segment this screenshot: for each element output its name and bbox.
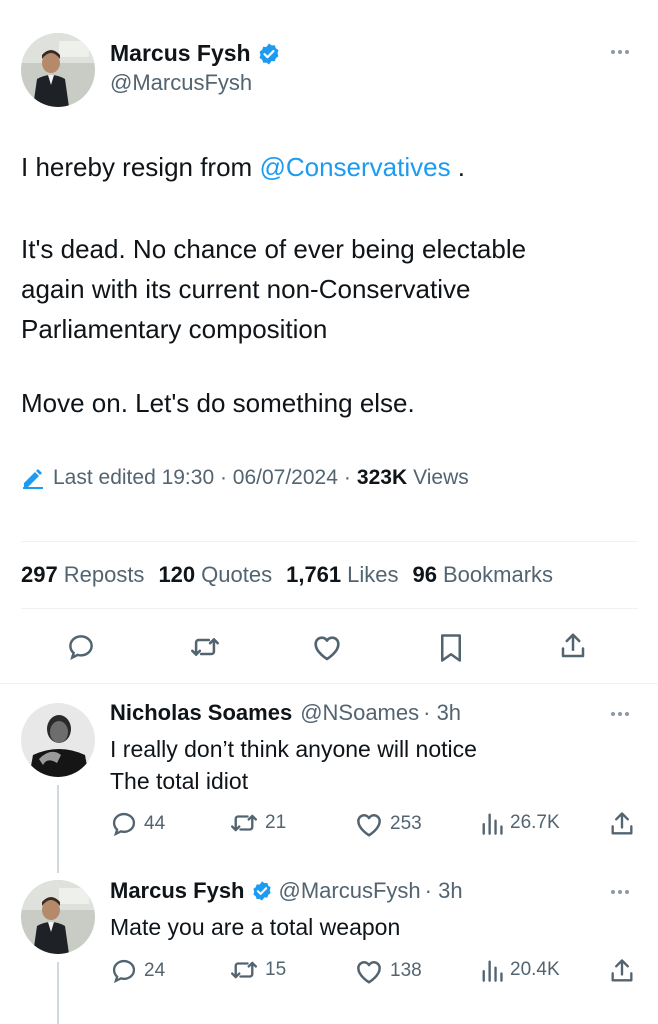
tweet-text-line: It's dead. No chance of ever being elect… — [21, 234, 527, 264]
separator-dot: · — [343, 466, 351, 489]
divider — [21, 541, 638, 542]
edit-pencil-icon — [21, 467, 45, 489]
likes-label[interactable]: Likes — [347, 562, 398, 588]
reply-time[interactable]: · 3h — [425, 878, 463, 904]
more-options-icon[interactable] — [611, 890, 629, 894]
more-options-icon[interactable] — [611, 50, 629, 54]
repost-count: 21 — [265, 812, 287, 833]
share-icon[interactable] — [558, 631, 588, 661]
analytics-icon — [480, 810, 504, 836]
tweet-text: . — [450, 152, 466, 182]
reply-text-line: I really don’t think anyone will notice — [110, 736, 477, 762]
views-label: Views — [413, 466, 469, 489]
divider — [0, 683, 658, 684]
like-count: 138 — [390, 960, 422, 981]
tweet-text-line: again with its current non-Conservative — [21, 274, 471, 304]
tweet-text: I hereby resign from — [21, 152, 260, 182]
like-icon — [354, 810, 384, 838]
repost-button[interactable]: 15 — [229, 957, 286, 983]
reposts-count[interactable]: 297 — [21, 562, 58, 588]
like-icon — [354, 957, 384, 985]
tweet-text-line: I hereby resign from @Conservatives . — [21, 151, 465, 183]
reply-icon[interactable] — [66, 632, 96, 662]
edited-timestamp[interactable]: Last edited 19:30 · 06/07/2024 — [53, 466, 338, 490]
tweet-text-line: Move on. Let's do something else. — [21, 388, 415, 418]
reply-count: 44 — [144, 813, 166, 834]
bookmarks-count[interactable]: 96 — [413, 562, 437, 588]
tweet-paragraph: It's dead. No chance of ever being elect… — [21, 229, 526, 349]
author-name[interactable]: Marcus Fysh — [110, 40, 251, 67]
reply-text: I really don’t think anyone will notice … — [110, 733, 477, 797]
share-icon[interactable] — [608, 957, 636, 985]
more-options-icon[interactable] — [611, 712, 629, 716]
reply-count: 24 — [144, 960, 166, 981]
reposts-label[interactable]: Reposts — [64, 562, 145, 588]
author-handle[interactable]: @MarcusFysh — [110, 70, 252, 96]
reply-author-name[interactable]: Nicholas Soames — [110, 700, 292, 726]
verified-badge-icon — [257, 42, 281, 66]
repost-icon — [229, 810, 259, 836]
reply-icon — [110, 957, 138, 985]
reply-icon — [110, 810, 138, 838]
reply-button[interactable]: 44 — [110, 810, 165, 838]
views-button[interactable]: 26.7K — [480, 810, 560, 836]
tweet-text-line: Parliamentary composition — [21, 314, 328, 344]
bookmarks-label[interactable]: Bookmarks — [443, 562, 553, 588]
like-count: 253 — [390, 813, 422, 834]
reply-avatar[interactable] — [21, 880, 95, 954]
quotes-count[interactable]: 120 — [158, 562, 195, 588]
thread-line — [57, 962, 59, 1024]
divider — [21, 608, 638, 609]
repost-button[interactable]: 21 — [229, 810, 286, 836]
reply-author-handle[interactable]: @MarcusFysh — [279, 878, 421, 904]
views-button[interactable]: 20.4K — [480, 957, 560, 983]
reply-button[interactable]: 24 — [110, 957, 165, 985]
reply-time[interactable]: · 3h — [423, 700, 461, 726]
mention-link[interactable]: @Conservatives — [259, 152, 450, 182]
reply-author-name[interactable]: Marcus Fysh — [110, 878, 245, 904]
quotes-label[interactable]: Quotes — [201, 562, 272, 588]
verified-badge-icon — [251, 880, 273, 902]
bookmark-icon[interactable] — [438, 633, 464, 663]
views-count: 26.7K — [510, 812, 560, 833]
share-icon[interactable] — [608, 810, 636, 838]
repost-icon[interactable] — [189, 633, 221, 661]
reply-text-line: The total idiot — [110, 768, 249, 794]
analytics-icon — [480, 957, 504, 983]
like-icon[interactable] — [311, 632, 343, 662]
likes-count[interactable]: 1,761 — [286, 562, 341, 588]
like-button[interactable]: 138 — [354, 957, 422, 985]
views-count: 20.4K — [510, 959, 560, 980]
reply-author-handle[interactable]: @NSoames — [300, 700, 419, 726]
repost-icon — [229, 957, 259, 983]
repost-count: 15 — [265, 959, 287, 980]
views-count: 323K — [356, 466, 408, 489]
reply-avatar[interactable] — [21, 703, 95, 777]
author-avatar[interactable] — [21, 33, 95, 107]
like-button[interactable]: 253 — [354, 810, 422, 838]
thread-line — [57, 785, 59, 873]
reply-text-line: Mate you are a total weapon — [110, 914, 401, 940]
